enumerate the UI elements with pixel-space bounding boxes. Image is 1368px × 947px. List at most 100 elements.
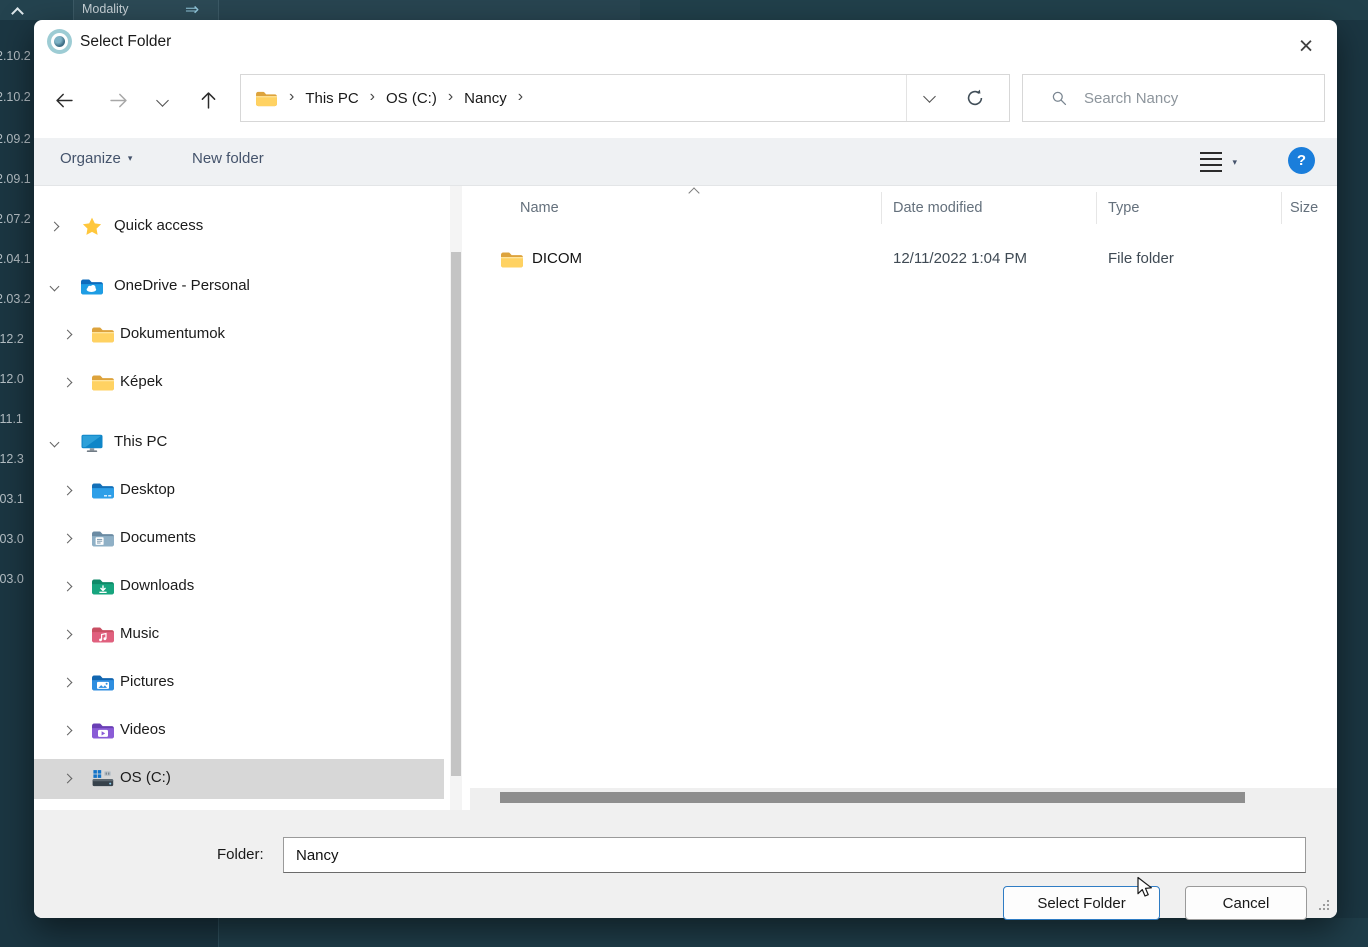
date-value: .03.0 bbox=[0, 572, 36, 586]
close-icon[interactable]: × bbox=[1287, 30, 1325, 62]
date-value: .12.2 bbox=[0, 332, 36, 346]
chevron-right-icon[interactable] bbox=[63, 330, 73, 340]
sidebar-item-dokumentumok[interactable]: Dokumentumok bbox=[34, 315, 444, 355]
date-value: .12.3 bbox=[0, 452, 36, 466]
divider bbox=[218, 918, 219, 947]
breadcrumb-separator: › bbox=[289, 88, 294, 106]
refresh-icon[interactable] bbox=[965, 88, 985, 108]
back-button[interactable] bbox=[46, 82, 82, 118]
folder-icon bbox=[500, 249, 524, 270]
list-view-icon bbox=[1200, 152, 1222, 172]
mouse-cursor bbox=[1136, 876, 1157, 900]
date-value: 2.10.2 bbox=[0, 49, 36, 63]
pictures-folder-icon bbox=[91, 672, 115, 693]
sidebar-item-quick-access[interactable]: Quick access bbox=[34, 207, 444, 247]
folder-icon bbox=[91, 324, 115, 345]
column-divider[interactable] bbox=[1281, 192, 1282, 224]
divider bbox=[218, 0, 219, 20]
app-icon bbox=[47, 29, 72, 54]
chevron-right-icon[interactable] bbox=[63, 378, 73, 388]
search-input[interactable] bbox=[1084, 90, 1314, 107]
sidebar-item-os-c[interactable]: OS (C:) bbox=[34, 759, 444, 799]
file-name: DICOM bbox=[532, 250, 582, 267]
computer-icon bbox=[80, 432, 104, 453]
forward-button[interactable] bbox=[100, 82, 136, 118]
date-value: 2.10.2 bbox=[0, 90, 36, 104]
onedrive-folder-icon bbox=[80, 276, 104, 297]
file-list-pane: Name Date modified Type Size DICOM 12/11… bbox=[470, 186, 1337, 788]
videos-folder-icon bbox=[91, 720, 115, 741]
new-folder-button[interactable]: New folder bbox=[192, 150, 264, 167]
sidebar-item-music[interactable]: Music bbox=[34, 615, 444, 655]
column-divider[interactable] bbox=[1096, 192, 1097, 224]
search-icon bbox=[1051, 90, 1068, 107]
cancel-button[interactable]: Cancel bbox=[1185, 886, 1307, 920]
breadcrumb-item-os-c[interactable]: OS (C:) bbox=[386, 90, 437, 107]
breadcrumb-item-this-pc[interactable]: This PC bbox=[305, 90, 358, 107]
folder-icon bbox=[91, 372, 115, 393]
organize-button[interactable]: Organize▾ bbox=[60, 150, 132, 167]
sidebar-item-documents[interactable]: Documents bbox=[34, 519, 444, 559]
background-app-toolbar: Modality ⇒ bbox=[0, 0, 1368, 20]
date-value: 2.04.1 bbox=[0, 252, 36, 266]
chevron-right-icon[interactable] bbox=[50, 222, 60, 232]
sort-ascending-icon bbox=[688, 187, 699, 198]
view-options-button[interactable]: ▾ bbox=[1200, 152, 1237, 172]
chevron-down-icon[interactable] bbox=[50, 282, 60, 292]
column-header-date-modified[interactable]: Date modified bbox=[893, 186, 982, 230]
modality-column-header[interactable]: Modality bbox=[82, 2, 129, 16]
sidebar-item-pictures[interactable]: Pictures bbox=[34, 663, 444, 703]
divider bbox=[73, 0, 74, 20]
horizontal-scrollbar[interactable] bbox=[470, 788, 1337, 810]
chevron-right-icon[interactable] bbox=[63, 630, 73, 640]
column-header-type[interactable]: Type bbox=[1108, 186, 1139, 230]
date-value: .12.0 bbox=[0, 372, 36, 386]
date-value: .03.0 bbox=[0, 532, 36, 546]
background-toolbar-segment bbox=[219, 0, 640, 20]
sidebar-item-desktop[interactable]: Desktop bbox=[34, 471, 444, 511]
up-button[interactable] bbox=[190, 82, 226, 118]
chevron-right-icon[interactable] bbox=[63, 534, 73, 544]
search-box bbox=[1022, 74, 1325, 122]
desktop-folder-icon bbox=[91, 480, 115, 501]
sidebar-scrollbar[interactable] bbox=[450, 186, 462, 810]
help-button[interactable]: ? bbox=[1288, 147, 1315, 174]
file-row-dicom[interactable]: DICOM 12/11/2022 1:04 PM File folder bbox=[470, 238, 1330, 282]
sidebar-item-downloads[interactable]: Downloads bbox=[34, 567, 444, 607]
date-value: 2.09.1 bbox=[0, 172, 36, 186]
downloads-folder-icon bbox=[91, 576, 115, 597]
select-folder-dialog: Select Folder × › This PC › OS (C:) › Na… bbox=[34, 20, 1337, 918]
chevron-right-icon[interactable] bbox=[63, 582, 73, 592]
chevron-down-icon[interactable] bbox=[50, 438, 60, 448]
recent-locations-chevron[interactable] bbox=[156, 94, 169, 107]
file-date-modified: 12/11/2022 1:04 PM bbox=[893, 250, 1027, 267]
date-value: 2.03.2 bbox=[0, 292, 36, 306]
scrollbar-thumb[interactable] bbox=[500, 792, 1245, 803]
chevron-right-icon[interactable] bbox=[63, 486, 73, 496]
folder-name-input[interactable] bbox=[283, 837, 1306, 873]
date-value: .03.1 bbox=[0, 492, 36, 506]
background-panel bbox=[219, 918, 1368, 947]
address-dropdown-chevron[interactable] bbox=[923, 90, 936, 103]
sidebar-item-this-pc[interactable]: This PC bbox=[34, 423, 444, 463]
folder-icon bbox=[255, 89, 278, 108]
resize-grip[interactable] bbox=[1317, 898, 1330, 911]
column-divider[interactable] bbox=[881, 192, 882, 224]
sidebar-item-onedrive[interactable]: OneDrive - Personal bbox=[34, 267, 444, 307]
sidebar-item-videos[interactable]: Videos bbox=[34, 711, 444, 751]
double-arrow-icon[interactable]: ⇒ bbox=[185, 0, 199, 20]
command-bar: Organize▾ New folder ▾ ? bbox=[34, 138, 1337, 186]
sidebar-item-kepek[interactable]: Képek bbox=[34, 363, 444, 403]
chevron-down-icon: ▾ bbox=[128, 153, 133, 163]
drive-icon bbox=[91, 768, 115, 789]
music-folder-icon bbox=[91, 624, 115, 645]
chevron-right-icon[interactable] bbox=[63, 774, 73, 784]
date-value: 2.07.2 bbox=[0, 212, 36, 226]
column-header-size[interactable]: Size bbox=[1290, 186, 1318, 230]
chevron-right-icon[interactable] bbox=[63, 678, 73, 688]
scrollbar-thumb[interactable] bbox=[451, 252, 461, 776]
address-bar[interactable]: › This PC › OS (C:) › Nancy › bbox=[240, 74, 1010, 122]
chevron-right-icon[interactable] bbox=[63, 726, 73, 736]
breadcrumb-item-nancy[interactable]: Nancy bbox=[464, 90, 507, 107]
column-header-name[interactable]: Name bbox=[520, 186, 559, 230]
